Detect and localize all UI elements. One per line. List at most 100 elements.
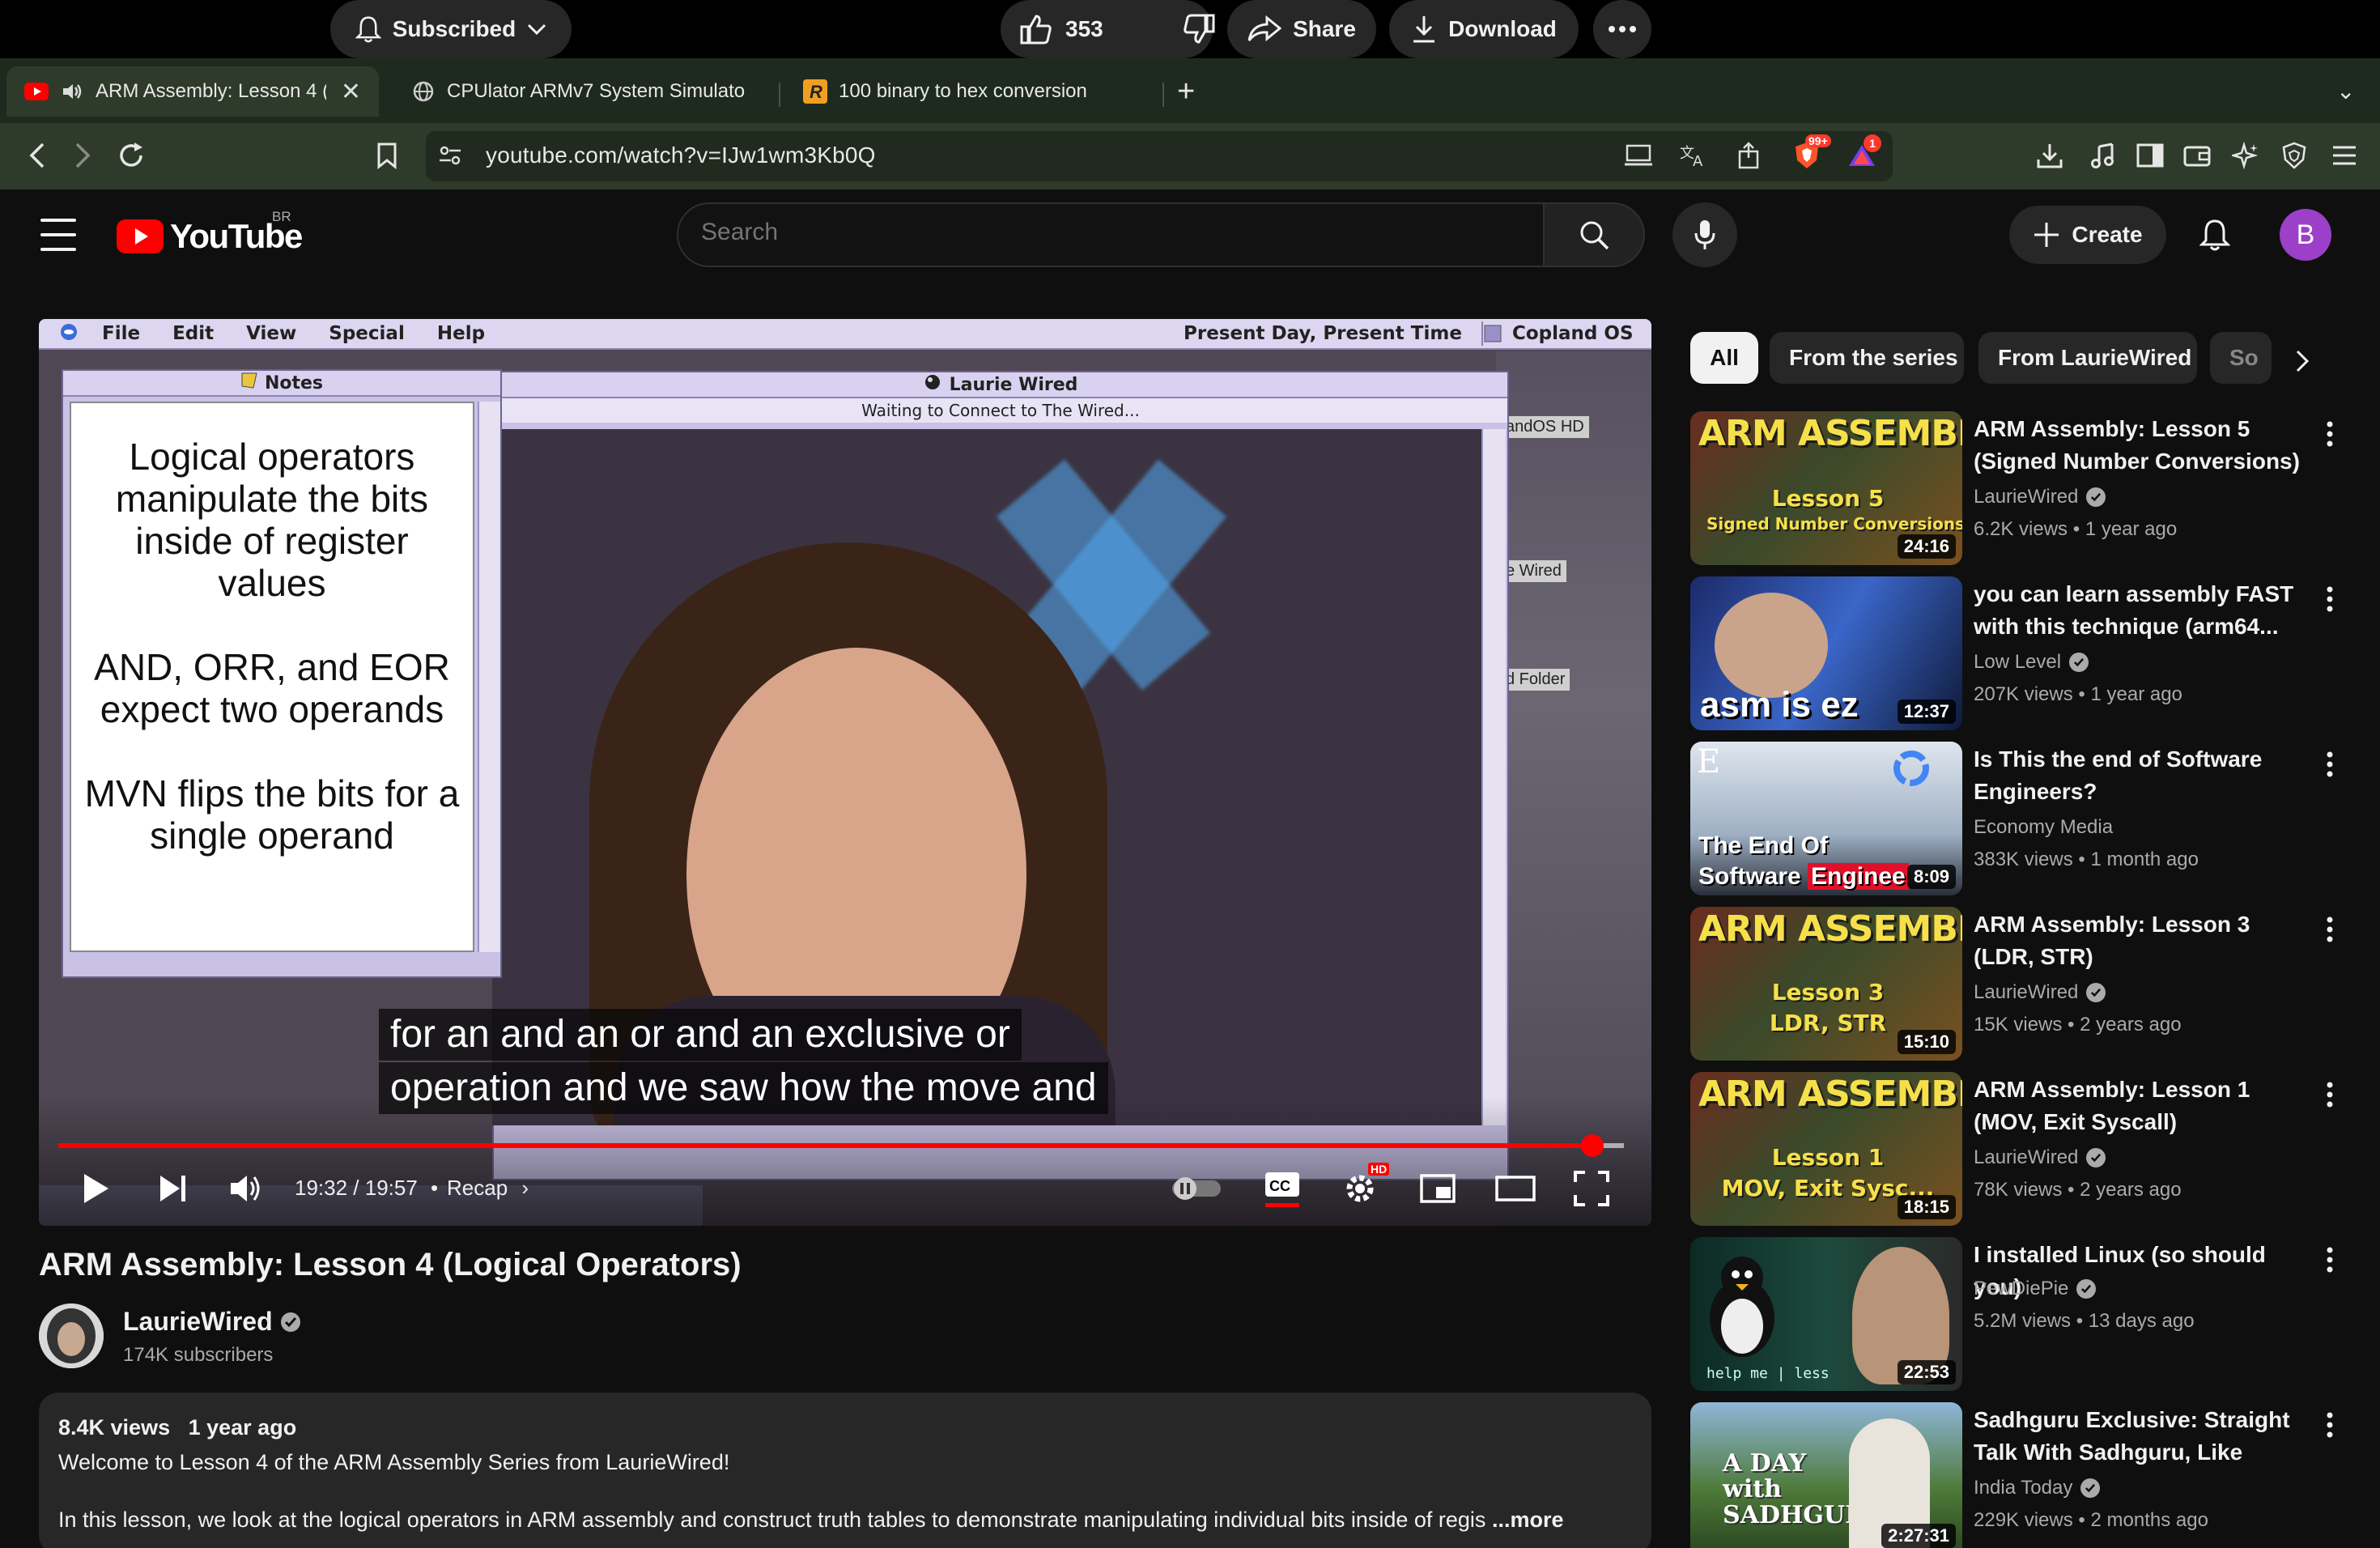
show-more-link[interactable]: ...more <box>1492 1508 1564 1532</box>
dislike-button[interactable] <box>1183 14 1215 45</box>
chip-from-lauriewired[interactable]: From LaurieWired <box>1978 332 2197 384</box>
chevron-down-icon[interactable]: ⌄ <box>2336 78 2355 104</box>
vpn-shield-icon[interactable] <box>2276 138 2312 173</box>
menu-icon[interactable] <box>2327 138 2362 173</box>
mute-button[interactable] <box>227 1166 267 1211</box>
recommendation-item[interactable]: ARM ASSEMBLY Lesson 5 Signed Number Conv… <box>1690 411 2354 565</box>
thumbnail-caption: help me | less <box>1706 1365 1830 1382</box>
translate-icon[interactable]: 文A <box>1676 138 1711 173</box>
channel-name-text: Economy Media <box>1974 816 2114 838</box>
chapter-title[interactable]: Recap › <box>447 1176 529 1201</box>
autoplay-toggle[interactable] <box>1171 1166 1222 1211</box>
notifications-button[interactable] <box>2189 209 2241 261</box>
speaker-audio-icon[interactable] <box>60 79 84 104</box>
captions-button[interactable]: CC <box>1261 1166 1303 1211</box>
video-thumbnail[interactable]: ARM ASSEMBLY Lesson 1 MOV, Exit Sysc... … <box>1690 1072 1962 1226</box>
more-actions-button[interactable] <box>1593 0 1651 58</box>
recommendation-item[interactable]: E The End Of Software Enginee 8:09 Is Th… <box>1690 742 2354 895</box>
play-button[interactable] <box>76 1166 115 1211</box>
video-thumbnail[interactable]: ARM ASSEMBLY Lesson 5 Signed Number Conv… <box>1690 411 1962 565</box>
recommendation-title[interactable]: ARM Assembly: Lesson 5 (Signed Number Co… <box>1974 413 2314 478</box>
tab-binary-hex[interactable]: R 100 binary to hex conversion <box>785 66 1158 117</box>
recommendation-title[interactable]: ARM Assembly: Lesson 3 (LDR, STR) <box>1974 908 2314 973</box>
recommendation-channel[interactable]: Economy Media <box>1974 816 2113 839</box>
url-text[interactable]: youtube.com/watch?v=IJw1wm3Kb0Q <box>486 142 876 168</box>
recommendation-channel[interactable]: LaurieWired <box>1974 486 2106 508</box>
channel-avatar[interactable] <box>39 1303 104 1368</box>
more-vertical-icon[interactable] <box>2314 913 2346 946</box>
account-avatar[interactable]: B <box>2280 209 2331 261</box>
share-button[interactable]: Share <box>1227 0 1376 58</box>
chip-partial[interactable]: So <box>2210 332 2272 384</box>
recommendation-title[interactable]: ARM Assembly: Lesson 1 (MOV, Exit Syscal… <box>1974 1074 2314 1138</box>
more-vertical-icon[interactable] <box>2314 748 2346 780</box>
bookmark-icon[interactable] <box>369 138 405 173</box>
recommendation-channel[interactable]: LaurieWired <box>1974 1146 2106 1169</box>
recommendation-item[interactable]: ARM ASSEMBLY Lesson 1 MOV, Exit Sysc... … <box>1690 1072 2354 1226</box>
chip-all[interactable]: All <box>1690 332 1758 384</box>
forward-icon[interactable] <box>65 138 100 173</box>
guide-menu-icon[interactable] <box>40 219 76 251</box>
sidebar-toggle-icon[interactable] <box>2132 138 2168 173</box>
recommendation-channel[interactable]: Low Level <box>1974 651 2089 674</box>
video-thumbnail[interactable]: A DAY with SADHGURU 2:27:31 <box>1690 1402 1962 1548</box>
fullscreen-button[interactable] <box>1570 1166 1613 1211</box>
thumbnail-caption: asm is ez <box>1700 685 1859 725</box>
more-vertical-icon[interactable] <box>2314 418 2346 450</box>
channel-name[interactable]: LaurieWired <box>123 1307 300 1337</box>
more-vertical-icon[interactable] <box>2314 1409 2346 1441</box>
hd-badge: HD <box>1368 1163 1390 1176</box>
more-vertical-icon[interactable] <box>2314 1244 2346 1276</box>
share-icon[interactable] <box>1731 138 1766 173</box>
search-input[interactable] <box>701 219 1511 246</box>
view-count: 5.2M views <box>1974 1310 2072 1332</box>
back-icon[interactable] <box>19 138 55 173</box>
download-button[interactable]: Download <box>1389 0 1579 58</box>
recommendation-item[interactable]: asm is ez 12:37 you can learn assembly F… <box>1690 576 2354 730</box>
recommendation-title[interactable]: Sadhguru Exclusive: Straight Talk With S… <box>1974 1404 2314 1469</box>
video-thumbnail[interactable]: ARM ASSEMBLY Lesson 3 LDR, STR 15:10 <box>1690 907 1962 1061</box>
recommendation-title[interactable]: you can learn assembly FAST with this te… <box>1974 578 2314 643</box>
recommendation-item[interactable]: help me | less 22:53 I installed Linux (… <box>1690 1237 2354 1391</box>
recommendation-channel[interactable]: India Today <box>1974 1477 2101 1499</box>
tab-arm-assembly[interactable]: ARM Assembly: Lesson 4 ( ✕ <box>6 66 379 117</box>
leo-ai-icon[interactable] <box>2228 138 2263 173</box>
svg-text:A: A <box>1693 153 1703 168</box>
voice-search-button[interactable] <box>1672 202 1737 267</box>
theater-mode-button[interactable] <box>1493 1166 1538 1211</box>
miniplayer-button[interactable] <box>1417 1166 1459 1211</box>
view-count: 229K views <box>1974 1509 2073 1531</box>
close-tab-icon[interactable]: ✕ <box>341 78 361 106</box>
video-thumbnail[interactable]: E The End Of Software Enginee 8:09 <box>1690 742 1962 895</box>
search-button[interactable] <box>1543 202 1645 267</box>
next-button[interactable] <box>154 1166 193 1211</box>
more-vertical-icon[interactable] <box>2314 583 2346 615</box>
cast-icon[interactable] <box>1621 138 1656 173</box>
more-vertical-icon[interactable] <box>2314 1078 2346 1111</box>
recommendation-item[interactable]: ARM ASSEMBLY Lesson 3 LDR, STR 15:10 ARM… <box>1690 907 2354 1061</box>
tab-cpulator[interactable]: CPUlator ARMv7 System Simulato <box>393 66 774 117</box>
new-tab-button[interactable]: + <box>1177 74 1195 109</box>
video-player[interactable]: File Edit View Special Help Present Day,… <box>39 319 1651 1226</box>
video-thumbnail[interactable]: help me | less 22:53 <box>1690 1237 1962 1391</box>
recommendation-title[interactable]: Is This the end of Software Engineers? <box>1974 743 2314 808</box>
create-button[interactable]: Create <box>2009 206 2166 264</box>
site-settings-icon[interactable] <box>432 138 468 173</box>
miniplayer-icon <box>1420 1174 1456 1203</box>
download-icon[interactable] <box>2032 138 2068 173</box>
chip-from-series[interactable]: From the series <box>1770 332 1964 384</box>
chips-next-button[interactable] <box>2280 338 2325 384</box>
like-button[interactable]: 353 <box>1020 14 1103 45</box>
subscribed-button[interactable]: Subscribed <box>330 0 572 58</box>
view-count: 383K views <box>1974 848 2073 870</box>
reload-icon[interactable] <box>113 138 149 173</box>
video-duration: 2:27:31 <box>1881 1524 1956 1548</box>
recommendation-channel[interactable]: LaurieWired <box>1974 981 2106 1004</box>
music-note-icon[interactable] <box>2085 138 2121 173</box>
recommendation-channel[interactable]: PewDiePie <box>1974 1278 2097 1300</box>
wallet-icon[interactable] <box>2179 138 2215 173</box>
description-box[interactable]: 8.4K views 1 year ago Welcome to Lesson … <box>39 1393 1651 1548</box>
video-thumbnail[interactable]: asm is ez 12:37 <box>1690 576 1962 730</box>
recommendation-item[interactable]: A DAY with SADHGURU 2:27:31 Sadhguru Exc… <box>1690 1402 2354 1548</box>
progress-bar[interactable] <box>58 1134 1624 1157</box>
